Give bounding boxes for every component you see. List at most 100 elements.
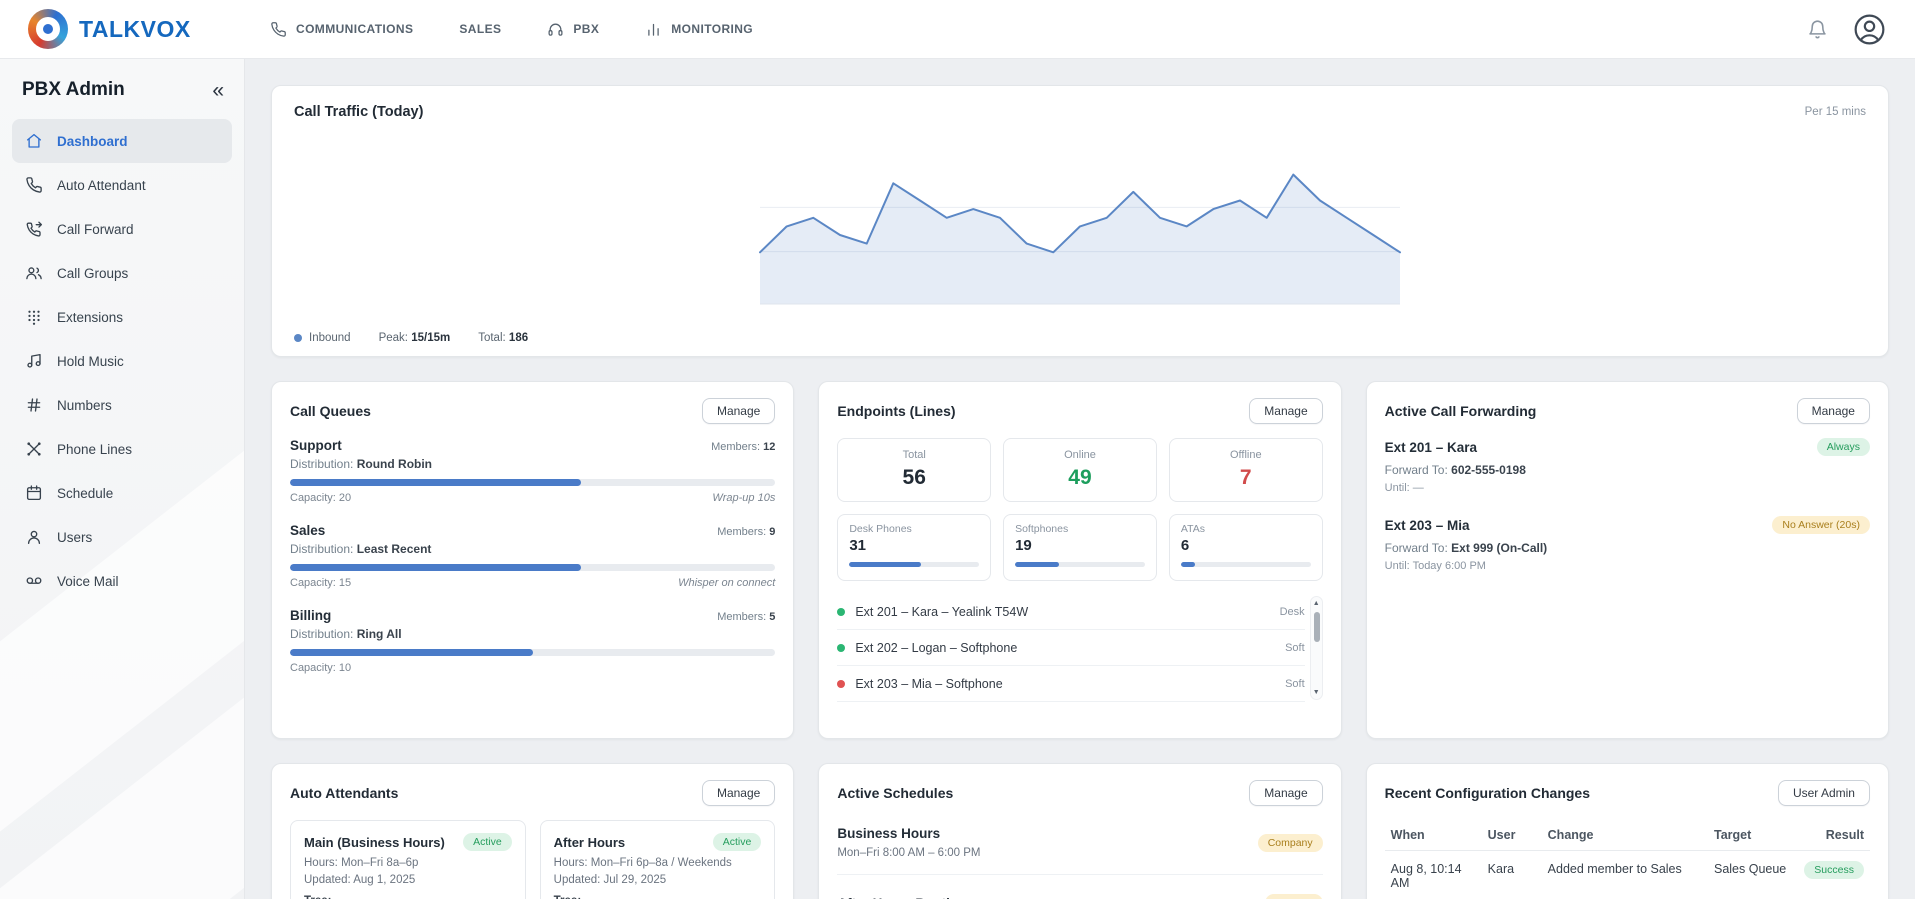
sidebar-menu: Dashboard Auto AttendantCall Forward Call … [12, 119, 232, 603]
attendant-tile-main-business-hours: Main (Business Hours)ActiveHours: Mon–Fr… [290, 820, 526, 899]
queue-members: Members: 5 [717, 611, 775, 623]
sidebar-item-call-groups[interactable]: Call Groups [12, 251, 232, 295]
sidebar-item-extensions[interactable]: Extensions [12, 295, 232, 339]
attendants-title: Auto Attendants [290, 785, 398, 801]
endpoints-scrollbar[interactable]: ▲ ▼ [1310, 596, 1323, 700]
sidebar-item-label: Call Groups [57, 266, 128, 281]
queues-title: Call Queues [290, 403, 371, 419]
attendant-hours: Hours: Mon–Fri 8a–6p [304, 857, 512, 869]
user-avatar[interactable] [1852, 12, 1887, 47]
user-icon [25, 528, 43, 546]
headset-icon [547, 21, 564, 38]
sidebar-item-call-forward[interactable]: Call Forward [12, 207, 232, 251]
sidebar-item-hold-music[interactable]: Hold Music [12, 339, 232, 383]
sidebar-item-users[interactable]: Users [12, 515, 232, 559]
nav-pbx[interactable]: PBX [547, 21, 599, 38]
endpoints-card: Endpoints (Lines) Manage Total56Online49… [818, 381, 1341, 739]
changes-col-target: Target [1708, 820, 1798, 851]
sidebar-item-dashboard[interactable]: Dashboard [12, 119, 232, 163]
talkvox-logo-icon [28, 9, 68, 49]
endpoint-row[interactable]: Ext 201 – Kara – Yealink T54WDesk [837, 594, 1304, 630]
manage-forwarding-button[interactable]: Manage [1797, 398, 1870, 424]
type-bar [1015, 562, 1145, 567]
manage-queues-button[interactable]: Manage [702, 398, 775, 424]
queue-name: Sales [290, 523, 325, 538]
scroll-down-icon[interactable]: ▼ [1313, 689, 1320, 696]
schedules-header: Active Schedules Manage [837, 780, 1322, 806]
nav-sales[interactable]: SALES [459, 21, 501, 38]
manage-attendants-button[interactable]: Manage [702, 780, 775, 806]
attendant-updated: Updated: Aug 1, 2025 [304, 874, 512, 886]
nav-communications[interactable]: COMMUNICATIONS [270, 21, 413, 38]
forwarding-name: Ext 201 – Kara [1385, 440, 1477, 455]
voicemail-icon [25, 572, 43, 590]
forwarding-title: Active Call Forwarding [1385, 403, 1537, 419]
sidebar-item-label: Dashboard [57, 134, 128, 149]
navbar-actions [1807, 12, 1887, 47]
call-forwarding-card: Active Call Forwarding Manage Ext 201 – … [1366, 381, 1889, 739]
queue-note: Whisper on connect [678, 577, 775, 589]
type-label: ATAs [1181, 523, 1311, 535]
sidebar-decoration [0, 643, 245, 899]
endpoint-stat-offline: Offline7 [1169, 438, 1323, 502]
user-admin-button[interactable]: User Admin [1778, 780, 1870, 806]
attendant-tree: Tree: [304, 895, 512, 899]
attendants-header: Auto Attendants Manage [290, 780, 775, 806]
scrollbar-thumb[interactable] [1314, 612, 1320, 642]
notifications-bell-icon[interactable] [1807, 19, 1828, 40]
scroll-up-icon[interactable]: ▲ [1313, 600, 1320, 607]
collapse-sidebar-icon[interactable]: « [212, 80, 224, 101]
endpoint-row[interactable]: Ext 202 – Logan – SoftphoneSoft [837, 630, 1304, 666]
type-value: 6 [1181, 537, 1311, 554]
endpoint-row[interactable]: Ext 203 – Mia – SoftphoneSoft [837, 666, 1304, 702]
change-target: Sales Queue [1708, 851, 1798, 899]
queue-members: Members: 12 [711, 441, 775, 453]
manage-schedules-button[interactable]: Manage [1249, 780, 1322, 806]
type-label: Softphones [1015, 523, 1145, 535]
attendant-hours: Hours: Mon–Fri 6p–8a / Weekends [554, 857, 762, 869]
queue-capacity: Capacity: 20 [290, 492, 351, 504]
endpoint-list-wrap: Ext 201 – Kara – Yealink T54WDeskExt 202… [837, 594, 1322, 702]
endpoint-type-atas: ATAs 6 [1169, 514, 1323, 581]
legend-series-label: Inbound [309, 332, 351, 344]
sidebar-item-phone-lines[interactable]: Phone Lines [12, 427, 232, 471]
users-icon [25, 264, 43, 282]
sidebar-item-auto-attendant[interactable]: Auto Attendant [12, 163, 232, 207]
attendant-updated: Updated: Jul 29, 2025 [554, 874, 762, 886]
sidebar-item-label: Users [57, 530, 92, 545]
endpoint-status-dot-icon [837, 644, 845, 652]
change-when: Aug 8, 10:14 AM [1385, 851, 1482, 899]
sidebar-item-schedule[interactable]: Schedule [12, 471, 232, 515]
hash-icon [25, 396, 43, 414]
sidebar-item-numbers[interactable]: Numbers [12, 383, 232, 427]
endpoint-text: Ext 203 – Mia – Softphone [855, 677, 1002, 691]
endpoint-type-desk-phones: Desk Phones31 [837, 514, 991, 581]
brand[interactable]: TALKVOX [28, 9, 256, 49]
legend-peak: Peak: 15/15m [379, 332, 451, 344]
sidebar-item-voice-mail[interactable]: Voice Mail [12, 559, 232, 603]
attendant-status-badge: Active [463, 833, 512, 851]
queue-item-sales: SalesMembers: 9Distribution: Least Recen… [290, 523, 775, 589]
queue-list: SupportMembers: 12Distribution: Round Ro… [290, 438, 775, 674]
forwarding-badge: Always [1817, 438, 1870, 456]
phone-icon [25, 176, 43, 194]
changes-table: WhenUserChangeTargetResult Aug 8, 10:14 … [1385, 820, 1870, 899]
stat-label: Online [1010, 449, 1150, 461]
call-queues-card: Call Queues Manage SupportMembers: 12Dis… [271, 381, 794, 739]
music-icon [25, 352, 43, 370]
manage-endpoints-button[interactable]: Manage [1249, 398, 1322, 424]
endpoint-types: Desk Phones31 Softphones 19 ATAs 6 [837, 514, 1322, 581]
home-icon [25, 132, 43, 150]
sidebar-item-label: Voice Mail [57, 574, 119, 589]
queue-capacity: Capacity: 10 [290, 662, 351, 674]
queue-utilization-bar [290, 479, 775, 486]
queues-header: Call Queues Manage [290, 398, 775, 424]
sidebar-item-label: Phone Lines [57, 442, 132, 457]
type-value: 19 [1015, 537, 1145, 554]
forwarding-item-ext-203-mia: Ext 203 – MiaNo Answer (20s)Forward To: … [1385, 516, 1870, 572]
forward-until: Until: Today 6:00 PM [1385, 560, 1870, 572]
call-traffic-card: Call Traffic (Today) Per 15 mins Inbound… [271, 85, 1889, 357]
queue-item-support: SupportMembers: 12Distribution: Round Ro… [290, 438, 775, 504]
nav-monitoring[interactable]: MONITORING [645, 21, 753, 38]
changes-col-change: Change [1542, 820, 1708, 851]
